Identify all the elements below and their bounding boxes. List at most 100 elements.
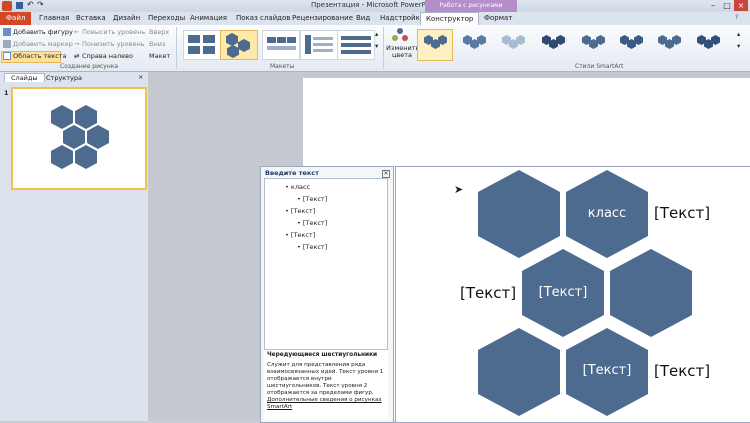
tab-format[interactable]: Формат	[484, 12, 512, 25]
outside-label[interactable]: [Текст]	[654, 362, 710, 380]
bullet-item[interactable]: • [Текст]	[297, 243, 327, 251]
tab-slides[interactable]: Слайды	[4, 73, 45, 82]
bullet-text: [Текст]	[290, 207, 316, 215]
close-pane-icon[interactable]: ×	[138, 73, 143, 81]
group-label-create: Создание рисунка	[60, 63, 119, 70]
tab-insert[interactable]: Вставка	[76, 12, 106, 25]
close-text-pane-icon[interactable]: ×	[382, 170, 390, 178]
layout-block	[277, 37, 286, 43]
layout-block	[267, 37, 276, 43]
color-dot-icon	[402, 35, 408, 41]
thumb-hexagon	[75, 105, 97, 129]
tab-outline[interactable]: Структура	[46, 74, 82, 82]
layout-option-hexagons[interactable]	[220, 30, 258, 60]
bullet-text: [Текст]	[302, 219, 328, 227]
ribbon-separator	[176, 27, 177, 69]
text-pane-header: Введите текст	[265, 169, 319, 177]
style-preview-icon	[424, 35, 447, 49]
text-entry-area[interactable]: • класс • [Текст] • [Текст] • [Текст] • …	[264, 178, 388, 350]
undo-icon[interactable]: ↶	[27, 0, 34, 9]
hexagon-label: класс	[587, 206, 627, 221]
text-pane-label: Область текста	[13, 52, 67, 60]
description-link[interactable]: Дополнительные сведения о рисунках Smart…	[267, 397, 387, 411]
redo-icon[interactable]: ↷	[37, 0, 44, 9]
layout-block	[203, 35, 215, 43]
arrow-right-icon: →	[74, 40, 80, 48]
outside-label[interactable]: [Текст]	[460, 284, 516, 302]
tab-home[interactable]: Главная	[39, 12, 69, 25]
layouts-scroll-icon[interactable]: ▾	[375, 42, 378, 50]
hexagon-icon	[226, 33, 238, 46]
add-bullet-button[interactable]: Добавить маркер	[13, 40, 73, 48]
layout-button[interactable]: Макет	[149, 52, 170, 60]
style-preview-icon	[582, 35, 605, 49]
layout-block	[313, 37, 333, 40]
bullet-item[interactable]: • [Текст]	[297, 195, 327, 203]
style-preview-icon	[658, 35, 681, 49]
slide-number: 1	[4, 89, 9, 97]
tab-addins[interactable]: Надстройки	[380, 12, 424, 25]
bullet-item[interactable]: • [Текст]	[285, 207, 315, 215]
styles-scroll-icon[interactable]: ▴	[737, 30, 740, 38]
group-label-styles: Стили SmartArt	[575, 63, 624, 70]
app-icon[interactable]	[2, 1, 12, 11]
add-shape-button[interactable]: Добавить фигуру	[13, 28, 73, 36]
hexagon-label: [Текст]	[538, 285, 588, 300]
layouts-scroll-icon[interactable]: ▴	[375, 30, 378, 38]
group-label-layouts: Макеты	[270, 63, 295, 70]
change-colors-icon	[392, 28, 408, 42]
layout-option-3[interactable]	[262, 30, 300, 60]
styles-more-icon[interactable]: ▾	[737, 42, 740, 50]
tab-design[interactable]: Дизайн	[113, 12, 140, 25]
tab-animation[interactable]: Анимация	[190, 12, 227, 25]
bullet-text: [Текст]	[302, 195, 328, 203]
layout-block	[188, 46, 200, 54]
promote-button[interactable]: Повысить уровень	[82, 28, 145, 36]
window-title: Презентация - Microsoft PowerPoint	[310, 1, 440, 9]
save-icon[interactable]	[16, 2, 23, 9]
title-bar: Презентация - Microsoft PowerPoint	[0, 0, 750, 12]
minimize-icon[interactable]: –	[706, 0, 720, 11]
tab-constructor[interactable]: Конструктор	[420, 12, 480, 26]
close-icon[interactable]: ×	[734, 0, 748, 11]
bullet-item[interactable]: • [Текст]	[285, 231, 315, 239]
layout-block	[287, 37, 296, 43]
layout-option-5[interactable]	[337, 30, 375, 60]
tab-transitions[interactable]: Переходы	[148, 12, 185, 25]
layout-option-1[interactable]	[183, 30, 221, 60]
tab-review[interactable]: Рецензирование	[292, 12, 353, 25]
help-icon[interactable]: ?	[735, 13, 738, 21]
style-preview-icon	[502, 35, 525, 49]
hexagon-icon	[227, 45, 239, 58]
style-preview-icon	[542, 35, 565, 49]
layout-block	[267, 46, 296, 50]
thumb-hexagon	[63, 125, 85, 149]
tab-view[interactable]: Вид	[356, 12, 370, 25]
tab-slideshow[interactable]: Показ слайдов	[236, 12, 290, 25]
cursor-icon: ➤	[454, 183, 464, 196]
color-dot-icon	[397, 28, 403, 34]
demote-button[interactable]: Понизить уровень	[82, 40, 145, 48]
color-dot-icon	[392, 35, 398, 41]
move-up-button[interactable]: Вверх	[149, 28, 169, 36]
bullet-item[interactable]: • [Текст]	[297, 219, 327, 227]
change-colors-button[interactable]: Изменить цвета	[386, 45, 419, 59]
outside-label[interactable]: [Текст]	[654, 204, 710, 222]
move-down-button[interactable]: Вниз	[149, 40, 165, 48]
maximize-icon[interactable]: □	[720, 0, 734, 11]
thumb-hexagon	[87, 125, 109, 149]
layout-description: Чередующиеся шестиугольники Служит для п…	[264, 350, 388, 420]
description-title: Чередующиеся шестиугольники	[267, 352, 378, 358]
layout-block	[305, 35, 311, 54]
rtl-button[interactable]: Справа налево	[82, 52, 133, 60]
layout-block	[313, 43, 333, 46]
layout-block	[341, 36, 371, 40]
description-body: Служит для представления ряда взаимосвяз…	[267, 362, 384, 396]
hexagon-label: [Текст]	[582, 363, 632, 378]
tab-file[interactable]: Файл	[0, 12, 32, 25]
ribbon-separator	[383, 27, 384, 69]
layout-option-4[interactable]	[300, 30, 338, 60]
slide-thumbnail[interactable]	[11, 87, 147, 190]
bullet-item[interactable]: • класс	[285, 183, 310, 191]
rtl-icon: ⇄	[74, 52, 80, 60]
